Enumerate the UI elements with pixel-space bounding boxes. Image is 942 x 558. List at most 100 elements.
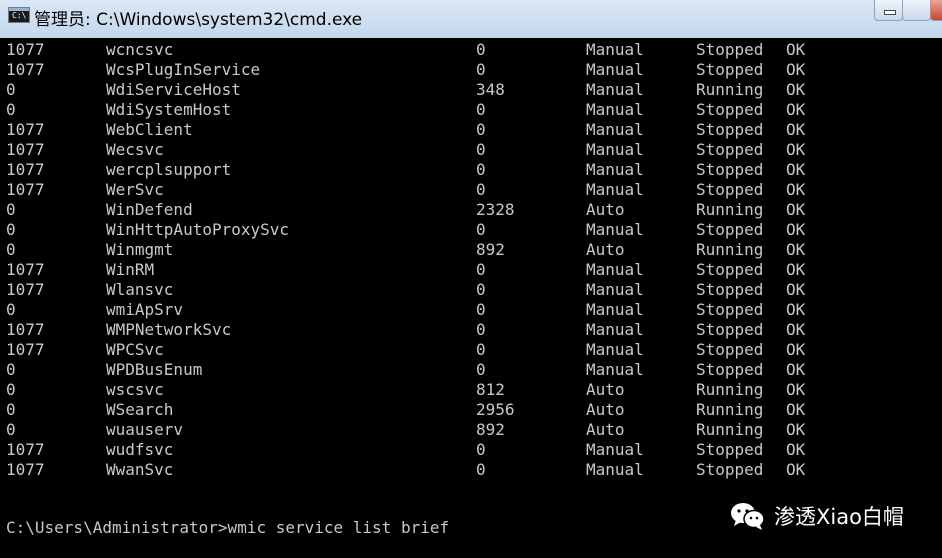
start-mode-cell: Manual — [586, 260, 644, 279]
state-cell: Running — [696, 80, 764, 99]
state-cell: Stopped — [696, 440, 764, 459]
process-id-cell: 892 — [476, 240, 505, 259]
process-id-cell: 812 — [476, 380, 505, 399]
start-mode-cell: Manual — [586, 280, 644, 299]
status-cell: OK — [786, 100, 806, 119]
state-cell: Stopped — [696, 100, 764, 119]
console-output[interactable]: 1077 wcncsvc 0 Manual Stopped OK 1077 WcsPlugIn… — [0, 38, 942, 558]
state-cell: Stopped — [696, 300, 764, 319]
exit-code-cell: 1077 — [6, 40, 45, 59]
start-mode-cell: Manual — [586, 220, 644, 239]
exit-code-cell: 0 — [6, 400, 16, 419]
window-title: 管理员: C:\Windows\system32\cmd.exe — [34, 10, 363, 30]
process-id-cell: 0 — [476, 220, 486, 239]
service-name-cell: WSearch — [106, 400, 174, 419]
exit-code-cell: 1077 — [6, 260, 45, 279]
process-id-cell: 0 — [476, 160, 486, 179]
exit-code-cell: 0 — [6, 240, 16, 259]
process-id-cell: 0 — [476, 120, 486, 139]
process-id-cell: 0 — [476, 60, 486, 79]
close-button[interactable] — [930, 0, 942, 21]
state-cell: Stopped — [696, 220, 764, 239]
service-name-cell: wercplsupport — [106, 160, 232, 179]
start-mode-cell: Manual — [586, 100, 644, 119]
cmd-icon[interactable]: C:\ — [8, 7, 30, 23]
state-cell: Stopped — [696, 280, 764, 299]
maximize-button[interactable] — [902, 0, 931, 21]
status-cell: OK — [786, 240, 806, 259]
status-cell: OK — [786, 200, 806, 219]
state-cell: Running — [696, 380, 764, 399]
state-cell: Running — [696, 420, 764, 439]
status-cell: OK — [786, 60, 806, 79]
state-cell: Stopped — [696, 260, 764, 279]
watermark: 渗透Xiao白帽 — [730, 497, 904, 535]
state-cell: Stopped — [696, 320, 764, 339]
exit-code-cell: 0 — [6, 380, 16, 399]
start-mode-cell: Manual — [586, 320, 644, 339]
status-cell: OK — [786, 280, 806, 299]
start-mode-cell: Manual — [586, 180, 644, 199]
exit-code-cell: 1077 — [6, 440, 45, 459]
service-name-cell: WPDBusEnum — [106, 360, 203, 379]
start-mode-cell: Manual — [586, 120, 644, 139]
exit-code-cell: 0 — [6, 100, 16, 119]
title-bar[interactable]: C:\ 管理员: C:\Windows\system32\cmd.exe — [0, 0, 942, 39]
process-id-cell: 0 — [476, 40, 486, 59]
service-name-cell: wscsvc — [106, 380, 164, 399]
process-id-cell: 0 — [476, 460, 486, 479]
exit-code-cell: 1077 — [6, 460, 45, 479]
state-cell: Running — [696, 240, 764, 259]
exit-code-cell: 1077 — [6, 160, 45, 179]
service-name-cell: Winmgmt — [106, 240, 174, 259]
service-name-cell: WMPNetworkSvc — [106, 320, 232, 339]
start-mode-cell: Auto — [586, 380, 625, 399]
state-cell: Stopped — [696, 460, 764, 479]
start-mode-cell: Manual — [586, 340, 644, 359]
start-mode-cell: Manual — [586, 440, 644, 459]
service-name-cell: WwanSvc — [106, 460, 174, 479]
process-id-cell: 348 — [476, 80, 505, 99]
start-mode-cell: Manual — [586, 460, 644, 479]
process-id-cell: 0 — [476, 360, 486, 379]
status-cell: OK — [786, 260, 806, 279]
process-id-cell: 0 — [476, 280, 486, 299]
exit-code-cell: 0 — [6, 420, 16, 439]
start-mode-cell: Auto — [586, 240, 625, 259]
exit-code-cell: 1077 — [6, 140, 45, 159]
start-mode-cell: Manual — [586, 360, 644, 379]
status-cell: OK — [786, 420, 806, 439]
status-cell: OK — [786, 40, 806, 59]
state-cell: Stopped — [696, 140, 764, 159]
state-cell: Stopped — [696, 160, 764, 179]
service-name-cell: wudfsvc — [106, 440, 174, 459]
minimize-button[interactable] — [874, 0, 903, 21]
exit-code-cell: 1077 — [6, 320, 45, 339]
status-cell: OK — [786, 300, 806, 319]
service-name-cell: WebClient — [106, 120, 193, 139]
watermark-text: 渗透Xiao白帽 — [774, 505, 904, 529]
state-cell: Stopped — [696, 180, 764, 199]
start-mode-cell: Auto — [586, 200, 625, 219]
process-id-cell: 2956 — [476, 400, 515, 419]
state-cell: Running — [696, 400, 764, 419]
state-cell: Stopped — [696, 60, 764, 79]
service-name-cell: WinHttpAutoProxySvc — [106, 220, 290, 239]
service-name-cell: WerSvc — [106, 180, 164, 199]
status-cell: OK — [786, 80, 806, 99]
exit-code-cell: 1077 — [6, 120, 45, 139]
status-cell: OK — [786, 400, 806, 419]
wechat-icon — [730, 501, 766, 531]
service-name-cell: WdiServiceHost — [106, 80, 241, 99]
state-cell: Running — [696, 200, 764, 219]
status-cell: OK — [786, 440, 806, 459]
minimize-icon — [884, 10, 896, 15]
start-mode-cell: Manual — [586, 160, 644, 179]
process-id-cell: 0 — [476, 100, 486, 119]
service-name-cell: wuauserv — [106, 420, 184, 439]
status-cell: OK — [786, 340, 806, 359]
process-id-cell: 0 — [476, 340, 486, 359]
start-mode-cell: Auto — [586, 420, 625, 439]
command-prompt[interactable]: C:\Users\Administrator>wmic service list… — [6, 518, 449, 538]
status-cell: OK — [786, 320, 806, 339]
